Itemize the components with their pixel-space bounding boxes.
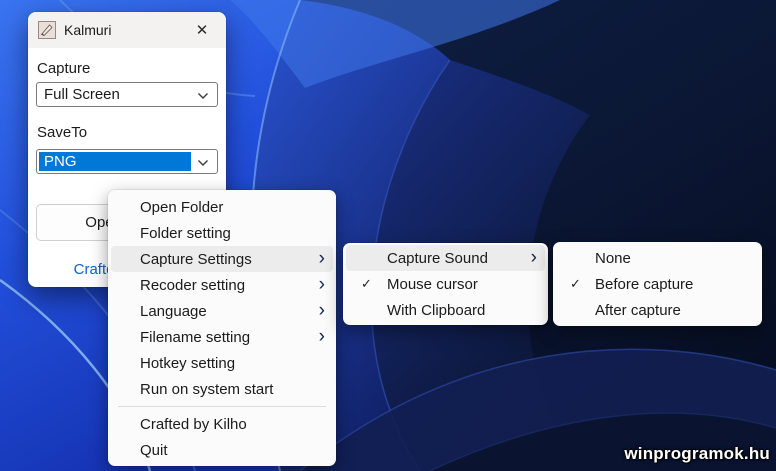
kalmuri-app-icon [38,21,56,39]
context-menu: Open Folder Folder setting Capture Setti… [108,190,336,466]
window-title: Kalmuri [64,22,112,38]
menu-item-run-on-system-start[interactable]: Run on system start [111,376,333,402]
chevron-right-icon: › [318,325,325,347]
chevron-down-icon [198,160,208,166]
saveto-dropdown[interactable]: PNG [36,149,218,174]
menu-item-after-capture[interactable]: After capture [556,297,759,323]
chevron-right-icon: › [318,299,325,321]
menu-item-with-clipboard[interactable]: With Clipboard [346,297,545,323]
capture-dropdown-value: Full Screen [44,86,120,103]
checkmark-icon: ✓ [570,276,581,291]
menu-item-filename-setting[interactable]: Filename setting › [111,324,333,350]
menu-item-before-capture[interactable]: ✓ Before capture [556,271,759,297]
menu-item-quit[interactable]: Quit [111,437,333,463]
chevron-right-icon: › [318,247,325,269]
titlebar[interactable]: Kalmuri ✕ [28,12,226,48]
menu-item-hotkey-setting[interactable]: Hotkey setting [111,350,333,376]
menu-item-crafted-by-kilho[interactable]: Crafted by Kilho [111,411,333,437]
capture-settings-submenu: Capture Sound › ✓ Mouse cursor With Clip… [343,243,548,325]
capture-label: Capture [37,60,91,77]
menu-item-capture-settings[interactable]: Capture Settings › [111,246,333,272]
menu-item-open-folder[interactable]: Open Folder [111,194,333,220]
menu-item-folder-setting[interactable]: Folder setting [111,220,333,246]
capture-sound-submenu: None ✓ Before capture After capture [553,242,762,326]
menu-item-recoder-setting[interactable]: Recoder setting › [111,272,333,298]
capture-dropdown[interactable]: Full Screen [36,82,218,107]
watermark-text: winprogramok.hu [624,444,770,463]
checkmark-icon: ✓ [361,276,372,291]
close-icon[interactable]: ✕ [188,17,216,43]
menu-item-mouse-cursor[interactable]: ✓ Mouse cursor [346,271,545,297]
menu-item-none[interactable]: None [556,245,759,271]
chevron-right-icon: › [318,273,325,295]
saveto-dropdown-value: PNG [39,152,191,171]
menu-separator [118,406,326,407]
saveto-label: SaveTo [37,124,88,141]
menu-item-language[interactable]: Language › [111,298,333,324]
chevron-right-icon: › [530,246,537,268]
menu-item-capture-sound[interactable]: Capture Sound › [346,245,545,271]
chevron-down-icon [198,93,208,99]
